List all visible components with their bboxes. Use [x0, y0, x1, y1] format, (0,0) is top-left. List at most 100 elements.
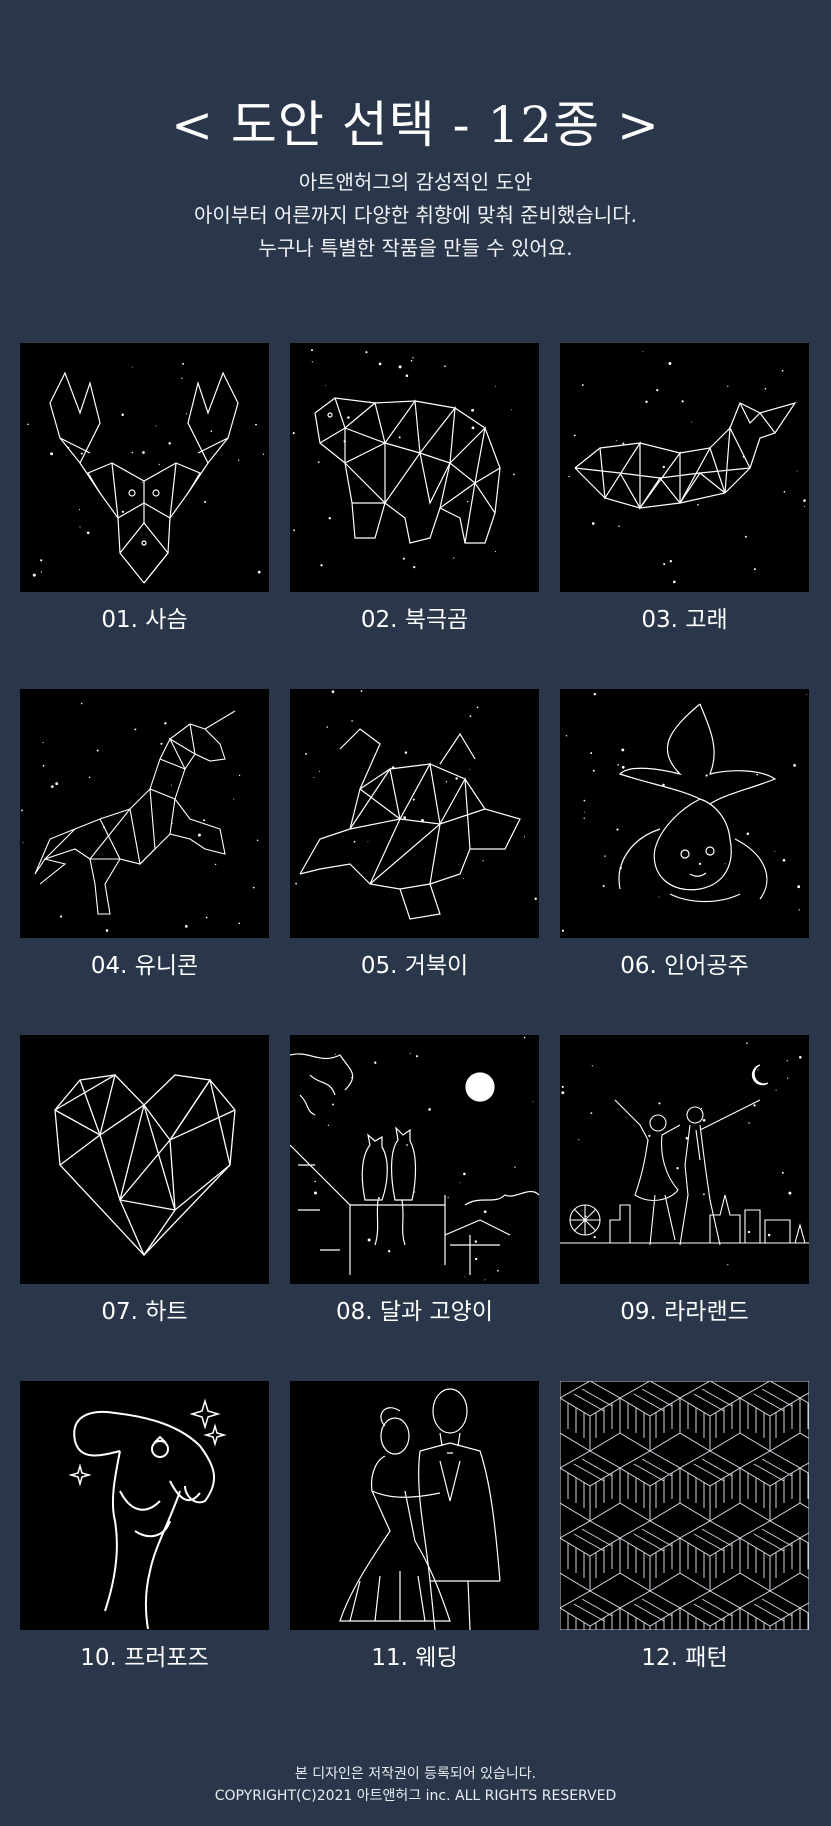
star-dot	[334, 1053, 336, 1055]
star-dot	[782, 858, 786, 862]
star-dot	[171, 784, 172, 786]
star-dot	[464, 1276, 466, 1278]
design-card-wedding[interactable]: 11. 웨딩	[290, 1381, 539, 1673]
star-dot	[565, 735, 568, 737]
design-card-heart[interactable]: 07. 하트	[20, 1035, 269, 1327]
star-dot	[700, 1107, 703, 1110]
star-dot	[214, 863, 217, 866]
design-card-whale[interactable]: 03. 고래	[560, 343, 809, 635]
star-dot	[233, 798, 235, 800]
star-dot	[121, 510, 125, 513]
star-dot	[320, 564, 323, 567]
star-dot	[42, 742, 44, 744]
star-dot	[804, 505, 806, 507]
star-dot	[257, 570, 261, 574]
design-card-unicorn[interactable]: 04. 유니콘	[20, 689, 269, 981]
star-dot	[593, 1235, 596, 1239]
copyright-footer: 본 디자인은 저작권이 등록되어 있습니다. COPYRIGHT(C)2021 …	[0, 1763, 831, 1807]
description-line-2: 아이부터 어른까지 다양한 취향에 맞춰 준비했습니다.	[194, 203, 637, 227]
star-dot	[325, 384, 326, 386]
star-dot	[444, 365, 446, 368]
cube-pattern-icon	[560, 1381, 809, 1630]
star-dot	[121, 413, 124, 416]
design-card-mermaid[interactable]: 06. 인어공주	[560, 689, 809, 981]
design-card-deer[interactable]: 01. 사슴	[20, 343, 269, 635]
star-dot	[747, 1230, 751, 1234]
star-dot	[184, 925, 188, 928]
star-dot	[409, 1052, 411, 1054]
star-dot	[523, 1036, 526, 1039]
star-dot	[377, 1197, 380, 1200]
design-label: 06. 인어공주	[620, 953, 749, 979]
star-dot	[365, 351, 368, 354]
star-dot	[484, 1279, 486, 1281]
star-dot	[495, 385, 496, 387]
star-dot	[471, 426, 475, 430]
star-dot	[415, 1055, 419, 1058]
turtle-constellation-icon	[290, 689, 539, 938]
star-dot	[592, 769, 595, 772]
star-dot	[578, 1139, 580, 1141]
star-dot	[360, 690, 363, 692]
star-dot	[131, 451, 134, 454]
design-label: 08. 달과 고양이	[336, 1299, 493, 1325]
copyright-text: COPYRIGHT(C)2021 아트앤허그 inc. ALL RIGHTS R…	[214, 1788, 617, 1804]
star-dot	[134, 728, 137, 731]
star-dot	[172, 822, 173, 824]
design-card-turtle[interactable]: 05. 거북이	[290, 689, 539, 981]
design-card-moon-cats[interactable]: 08. 달과 고양이	[290, 1035, 539, 1327]
design-label: 02. 북극곰	[360, 607, 469, 633]
design-card-pattern[interactable]: 12. 패턴	[560, 1381, 809, 1673]
star-dot	[398, 365, 402, 369]
star-dot	[668, 362, 672, 365]
star-dot	[642, 351, 644, 353]
star-dot	[463, 878, 465, 880]
star-dot	[21, 809, 23, 812]
star-dot	[483, 1210, 487, 1214]
star-dot	[88, 776, 91, 779]
dancing-couple-city-icon	[560, 1035, 809, 1284]
star-dot	[455, 777, 458, 780]
design-card-proposal[interactable]: 10. 프러포즈	[20, 1381, 269, 1673]
star-dot	[40, 559, 43, 562]
star-dot	[617, 764, 619, 766]
design-label: 05. 거북이	[360, 953, 469, 979]
star-dot	[328, 517, 331, 520]
star-dot	[648, 1134, 651, 1138]
star-dot	[79, 526, 81, 528]
star-dot	[55, 782, 59, 786]
star-dot	[523, 836, 526, 838]
star-dot	[727, 385, 729, 387]
design-card-polar-bear[interactable]: 02. 북극곰	[290, 343, 539, 635]
wedding-couple-icon	[290, 1381, 539, 1630]
design-card-lalaland[interactable]: 09. 라라랜드	[560, 1035, 809, 1327]
star-dot	[764, 387, 767, 390]
star-dot	[79, 509, 81, 511]
design-label: 09. 라라랜드	[620, 1299, 749, 1325]
star-dot	[756, 773, 759, 776]
star-dot	[141, 481, 143, 483]
star-dot	[581, 384, 584, 386]
star-dot	[514, 1166, 516, 1168]
moon-and-cats-icon	[290, 1035, 539, 1284]
star-dot	[753, 1104, 756, 1107]
design-label: 03. 고래	[641, 607, 728, 633]
star-dot	[774, 850, 776, 852]
star-dot	[367, 1238, 371, 1242]
star-dot	[806, 694, 808, 695]
star-dot	[86, 531, 90, 535]
star-dot	[698, 862, 702, 866]
star-dot	[317, 461, 320, 463]
star-dot	[482, 860, 484, 862]
star-dot	[669, 560, 672, 563]
proposal-ring-hand-icon	[20, 1381, 269, 1630]
star-dot	[428, 1108, 431, 1111]
star-dot	[793, 764, 796, 767]
star-dot	[160, 742, 163, 745]
star-dot	[210, 430, 213, 432]
star-dot	[621, 748, 625, 752]
star-dot	[403, 816, 407, 819]
star-dot	[511, 409, 513, 411]
star-dot	[27, 423, 29, 426]
star-dot	[616, 440, 618, 442]
